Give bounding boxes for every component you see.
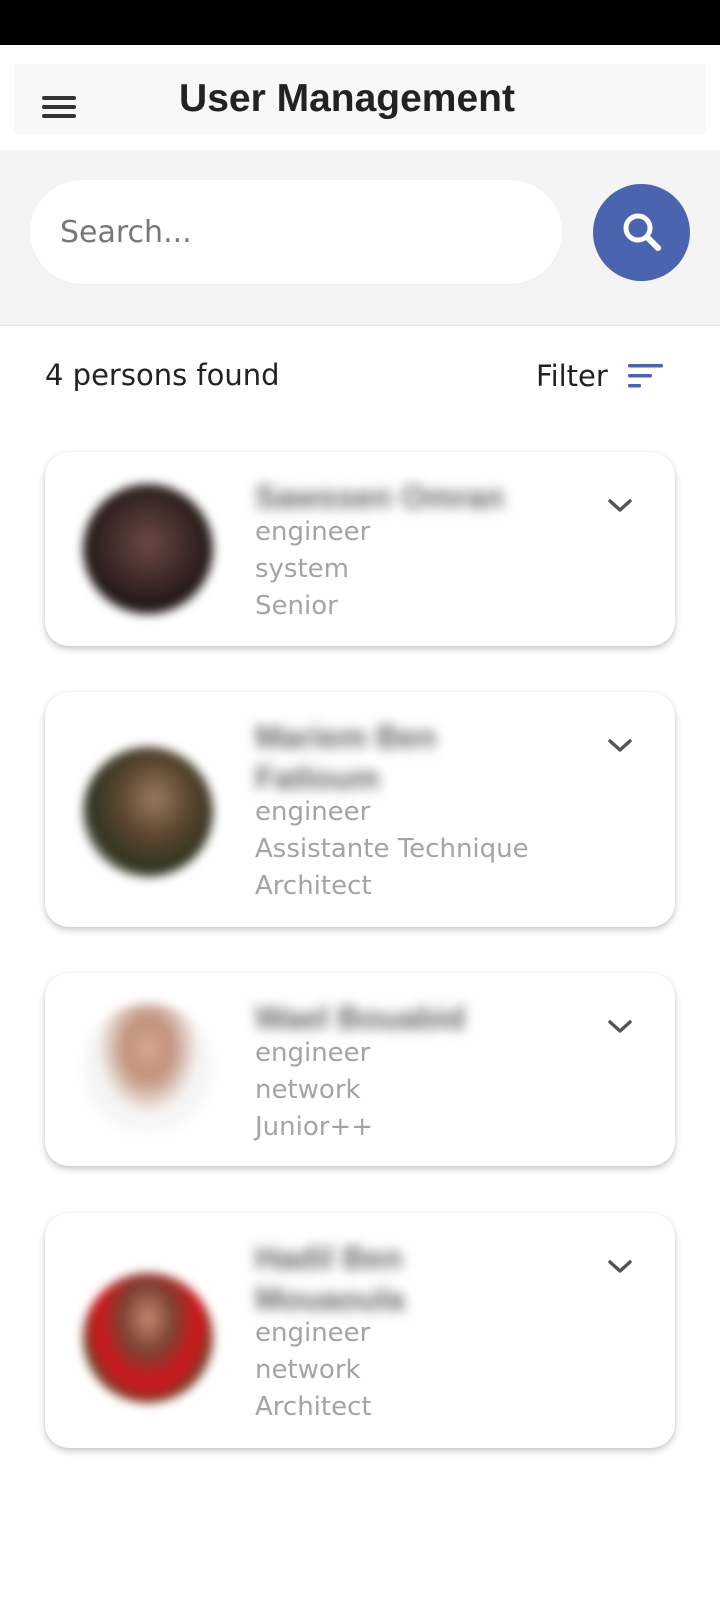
app-bar: User Management	[0, 45, 720, 150]
avatar	[83, 484, 213, 614]
avatar	[83, 1003, 213, 1133]
search-area	[0, 150, 720, 326]
sort-lines-icon	[627, 364, 663, 388]
person-department: system	[255, 554, 349, 584]
person-level: Architect	[255, 871, 372, 901]
person-card[interactable]: Mariem Ben Fatloum engineer Assistante T…	[45, 692, 675, 927]
person-name: Mariem Ben Fatloum	[255, 719, 437, 796]
person-level: Architect	[255, 1392, 372, 1422]
person-role: engineer	[255, 1038, 371, 1068]
person-name: Sawssen Omran	[255, 479, 504, 515]
person-name: Hadil Ben Mouaoula	[255, 1240, 405, 1317]
person-card[interactable]: Sawssen Omran engineer system Senior	[45, 452, 675, 646]
avatar	[83, 1273, 213, 1403]
person-department: network	[255, 1075, 361, 1105]
search-input[interactable]	[30, 180, 562, 284]
app-bar-inner: User Management	[14, 64, 706, 134]
person-card[interactable]: Hadil Ben Mouaoula engineer network Arch…	[45, 1213, 675, 1448]
person-level: Senior	[255, 591, 338, 621]
person-role: engineer	[255, 797, 371, 827]
chevron-down-icon[interactable]	[605, 736, 635, 756]
person-role: engineer	[255, 517, 371, 547]
results-count: 4 persons found	[45, 358, 280, 392]
person-name: Wael Bouabid	[255, 1000, 466, 1036]
person-department: network	[255, 1355, 361, 1385]
filter-button[interactable]: Filter	[536, 354, 664, 398]
search-icon	[623, 213, 661, 251]
person-department: Assistante Technique	[255, 834, 529, 864]
person-role: engineer	[255, 1318, 371, 1348]
page-title: User Management	[179, 77, 515, 120]
filter-label: Filter	[536, 359, 608, 393]
avatar	[83, 747, 213, 877]
chevron-down-icon[interactable]	[605, 1017, 635, 1037]
chevron-down-icon[interactable]	[605, 1257, 635, 1277]
person-level: Junior++	[255, 1112, 374, 1142]
person-card[interactable]: Wael Bouabid engineer network Junior++	[45, 973, 675, 1166]
status-bar	[0, 0, 720, 45]
search-button[interactable]	[593, 184, 690, 281]
chevron-down-icon[interactable]	[605, 496, 635, 516]
